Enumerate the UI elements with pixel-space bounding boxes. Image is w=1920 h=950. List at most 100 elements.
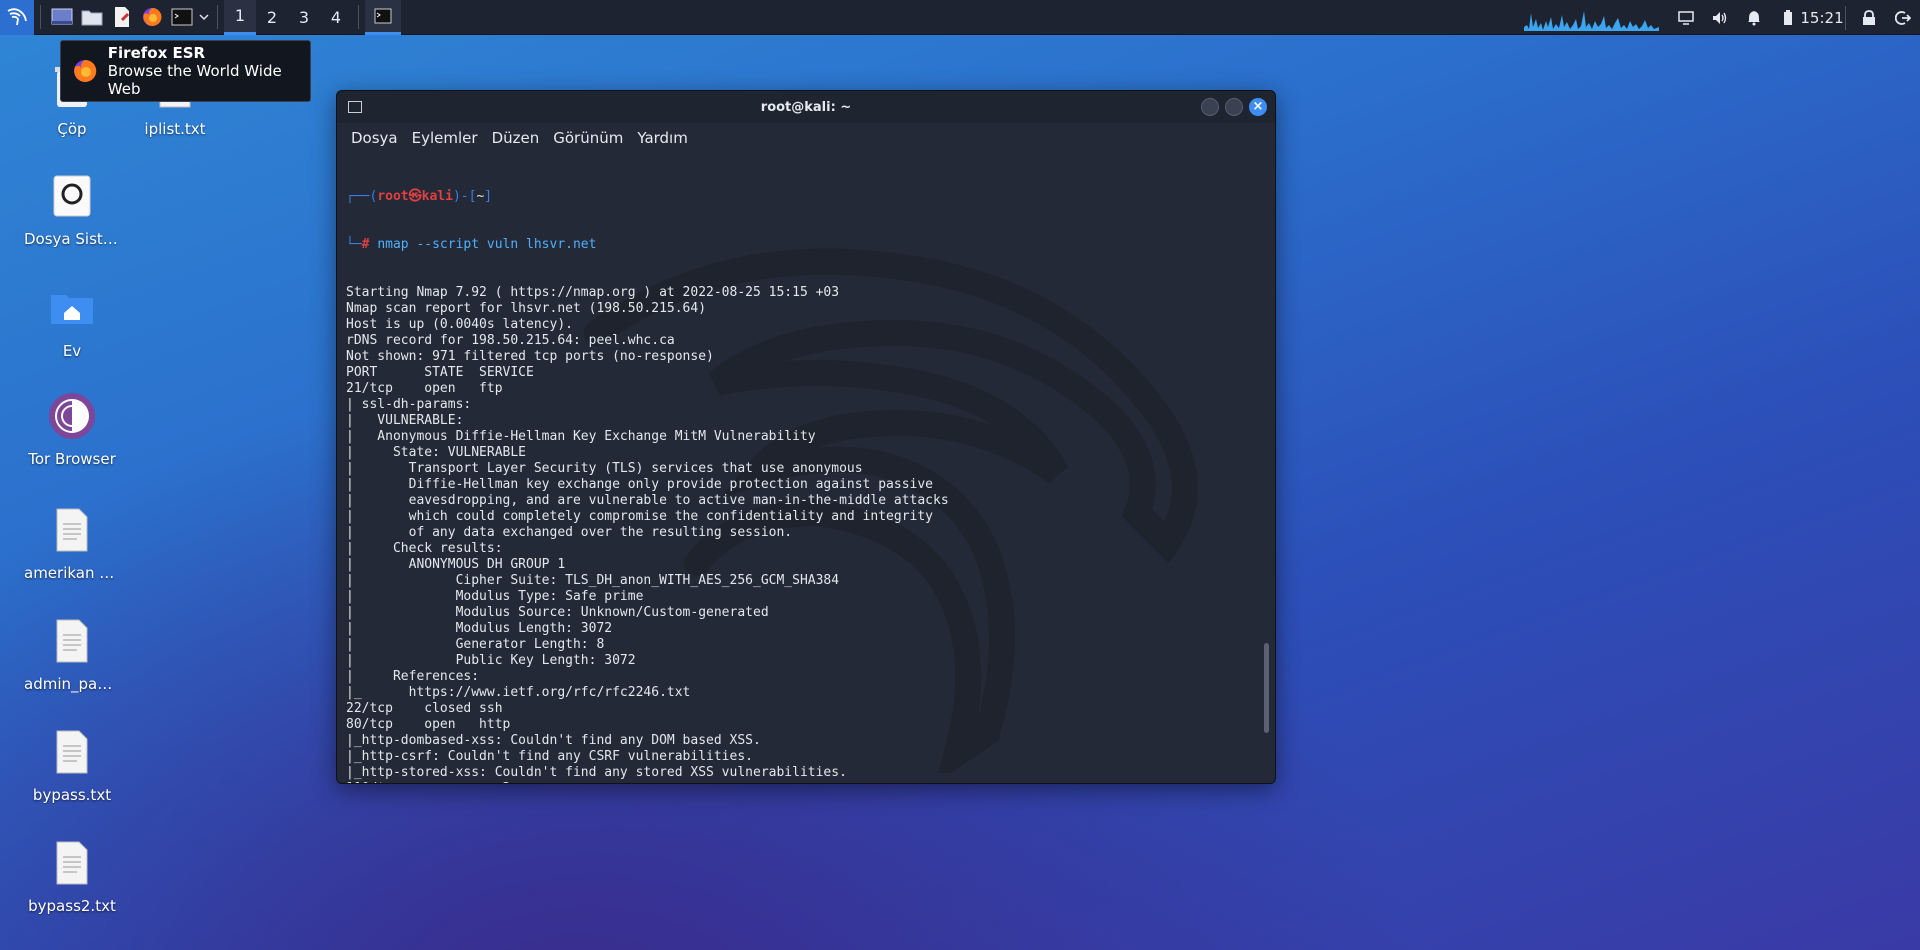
output-line: | Modulus Type: Safe prime <box>346 589 644 604</box>
power-icon <box>1895 10 1911 25</box>
prompt-hash: # <box>361 237 370 252</box>
output-line: Host is up (0.0040s latency). <box>346 317 573 332</box>
text-file-icon <box>56 508 88 552</box>
bell-icon <box>1748 10 1760 25</box>
workspace-1[interactable]: 1 <box>224 0 256 35</box>
prompt-line-2: └─# nmap --script vuln lhsvr.net <box>346 237 949 253</box>
output-line: | References: <box>346 669 480 684</box>
menu-gorunum[interactable]: Görünüm <box>553 129 623 147</box>
prompt-user: root <box>377 189 409 204</box>
output-line: Starting Nmap 7.92 ( https://nmap.org ) … <box>346 285 840 300</box>
desktop-icon-label: iplist.txt <box>144 120 206 138</box>
top-panel: 1 2 3 4 15:21 <box>0 0 1920 35</box>
firefox-launcher[interactable] <box>137 0 167 35</box>
lock-screen-button[interactable] <box>1852 0 1886 35</box>
desktop-icon-amerikan[interactable]: amerikan p… <box>22 502 122 582</box>
output-line: | Diffie-Hellman key exchange only provi… <box>346 477 933 492</box>
text-editor-icon <box>115 7 130 27</box>
prompt-at-icon: ㉿ <box>408 189 422 204</box>
logout-button[interactable] <box>1886 0 1920 35</box>
desktop-icon-bypass[interactable]: bypass.txt <box>22 724 122 804</box>
terminal-text: ┌──(root㉿kali)-[~] └─# nmap --script vul… <box>346 157 949 783</box>
menu-duzen[interactable]: Düzen <box>492 129 540 147</box>
terminal-menubar: Dosya Eylemler Düzen Görünüm Yardım <box>337 123 1275 153</box>
close-button[interactable]: × <box>1249 98 1267 116</box>
output-line: | eavesdropping, and are vulnerable to a… <box>346 493 949 508</box>
desktop-icon-home[interactable]: Ev <box>22 280 122 360</box>
lock-icon <box>1863 9 1875 25</box>
prompt-decoration: ┌──( <box>346 189 378 204</box>
terminal-window-icon[interactable] <box>348 101 362 113</box>
chevron-down-icon <box>199 14 209 21</box>
maximize-button[interactable] <box>1225 98 1243 116</box>
monitor-icon <box>1678 10 1694 25</box>
output-line: |_ https://www.ietf.org/rfc/rfc2246.txt <box>346 685 691 700</box>
workspace-3[interactable]: 3 <box>288 0 320 35</box>
output-line: | of any data exchanged over the resulti… <box>346 525 793 540</box>
notifications-button[interactable] <box>1737 0 1771 35</box>
kali-menu-button[interactable] <box>0 0 34 35</box>
volume-button[interactable] <box>1703 0 1737 35</box>
terminal-window[interactable]: root@kali: ~ × Dosya Eylemler Düzen Görü… <box>336 90 1276 784</box>
output-line: | Transport Layer Security (TLS) service… <box>346 461 863 476</box>
desktop-icon-label: bypass.txt <box>32 786 112 804</box>
terminal-icon <box>171 8 193 26</box>
menu-eylemler[interactable]: Eylemler <box>412 129 478 147</box>
terminal-scrollbar[interactable] <box>1264 643 1269 733</box>
output-line: 110/tcp open pop3 <box>346 781 949 783</box>
output-line: 80/tcp open http <box>346 717 511 732</box>
output-line: 21/tcp open ftp <box>346 381 503 396</box>
tooltip-title: Firefox ESR <box>107 44 206 62</box>
menu-dosya[interactable]: Dosya <box>351 129 398 147</box>
clock[interactable]: 15:21 <box>1800 0 1843 35</box>
prompt-decoration: )-[ <box>452 189 477 204</box>
workspace-2[interactable]: 2 <box>256 0 288 35</box>
terminal-launcher[interactable] <box>167 0 197 35</box>
desktop-icon-label: bypass2.txt <box>28 897 116 915</box>
text-file-icon <box>56 730 88 774</box>
terminal-launcher-dropdown[interactable] <box>197 0 211 35</box>
window-titlebar[interactable]: root@kali: ~ × <box>337 91 1275 123</box>
desktop-icon-filesystem[interactable]: Dosya Siste… <box>22 168 122 248</box>
drive-icon <box>53 175 91 217</box>
text-editor-launcher[interactable] <box>107 0 137 35</box>
output-line: Not shown: 971 filtered tcp ports (no-re… <box>346 349 714 364</box>
minimize-button[interactable] <box>1201 98 1219 116</box>
panel-separator <box>1845 5 1846 30</box>
workspace-4[interactable]: 4 <box>320 0 352 35</box>
desktop-icon-bypass2[interactable]: bypass2.txt <box>22 835 122 915</box>
prompt-decoration: └─ <box>346 237 362 252</box>
show-desktop-button[interactable] <box>47 0 77 35</box>
desktop-icon-label: amerikan p… <box>24 564 122 582</box>
output-line: |_http-stored-xss: Couldn't find any sto… <box>346 765 847 780</box>
output-line: | Modulus Length: 3072 <box>346 621 613 636</box>
panel-separator <box>217 5 218 29</box>
output-line: | ANONYMOUS DH GROUP 1 <box>346 557 566 572</box>
desktop-icon-tor-browser[interactable]: Tor Browser <box>22 388 122 468</box>
firefox-icon <box>74 59 97 82</box>
terminal-output-area[interactable]: ┌──(root㉿kali)-[~] └─# nmap --script vul… <box>337 153 1275 783</box>
output-line: | ssl-dh-params: <box>346 397 472 412</box>
output-line: Nmap scan report for lhsvr.net (198.50.2… <box>346 301 707 316</box>
tor-browser-icon <box>49 393 95 439</box>
desktop-icon-admin-panel[interactable]: admin_pan… <box>22 613 122 693</box>
command-text: nmap --script vuln lhsvr.net <box>377 237 597 252</box>
output-line: | Modulus Source: Unknown/Custom-generat… <box>346 605 769 620</box>
kali-logo-icon <box>7 8 27 26</box>
display-settings-button[interactable] <box>1669 0 1703 35</box>
menu-yardim[interactable]: Yardım <box>637 129 688 147</box>
prompt-line-1: ┌──(root㉿kali)-[~] <box>346 189 949 205</box>
desktop-icon-label: Ev <box>62 342 82 360</box>
file-manager-launcher[interactable] <box>77 0 107 35</box>
system-tray: 15:21 <box>1524 0 1920 35</box>
window-title: root@kali: ~ <box>760 99 852 115</box>
cpu-graph-icon[interactable] <box>1524 5 1659 31</box>
output-line: |_http-dombased-xss: Couldn't find any D… <box>346 733 761 748</box>
close-icon: × <box>1252 99 1264 114</box>
output-line: |_http-csrf: Couldn't find any CSRF vuln… <box>346 749 753 764</box>
output-line: PORT STATE SERVICE <box>346 365 534 380</box>
desktop-icon-label: admin_pan… <box>24 675 122 693</box>
output-line: | Public Key Length: 3072 <box>346 653 636 668</box>
output-line: | which could completely compromise the … <box>346 509 933 524</box>
taskbar-terminal-window[interactable] <box>365 0 401 35</box>
